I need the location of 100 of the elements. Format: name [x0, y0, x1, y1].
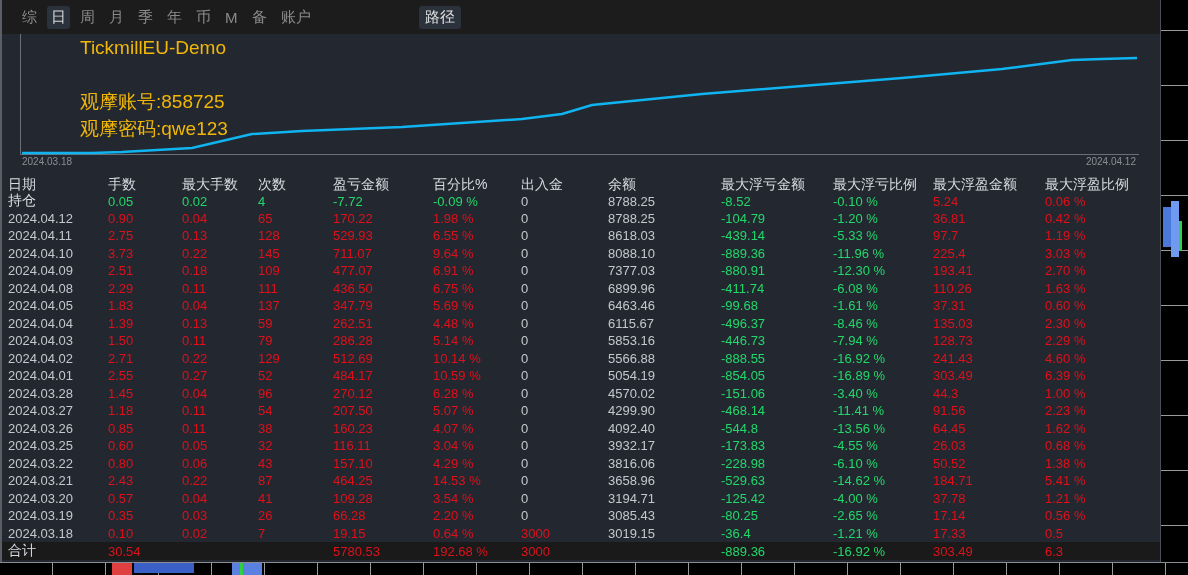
- table-cell: 0: [521, 490, 529, 506]
- table-cell: 43: [258, 455, 273, 471]
- table-cell: 0.60 %: [1045, 298, 1086, 314]
- table-cell: -125.42: [721, 490, 766, 506]
- table-cell: 37.31: [933, 298, 966, 314]
- table-cell: 32: [258, 438, 273, 454]
- table-cell: 5566.88: [608, 350, 655, 366]
- table-cell: 529.93: [333, 228, 373, 244]
- table-cell: 711.07: [333, 245, 372, 261]
- period-tab[interactable]: 日: [47, 5, 70, 29]
- table-cell: 0: [521, 315, 529, 331]
- table-cell: 64.45: [933, 420, 966, 436]
- path-button[interactable]: 路径: [418, 5, 461, 29]
- table-cell: -8.46 %: [833, 315, 878, 331]
- row-label: 2024.03.28: [8, 385, 74, 401]
- table-cell: -446.73: [721, 333, 766, 349]
- table-cell: 1.83: [108, 298, 134, 314]
- table-cell: 0: [521, 280, 529, 296]
- table-cell: -5.33 %: [833, 228, 878, 244]
- table-cell: 6.39 %: [1045, 368, 1086, 384]
- table-cell: -6.10 %: [833, 455, 878, 471]
- row-label: 2024.03.26: [8, 420, 74, 436]
- table-cell: 184.71: [933, 473, 973, 489]
- period-tab[interactable]: 备: [247, 5, 271, 29]
- table-cell: 170.22: [333, 210, 373, 226]
- table-cell: -0.10 %: [833, 193, 878, 209]
- table-cell: 30.54: [108, 543, 141, 559]
- row-label: 2024.03.18: [8, 525, 74, 541]
- row-label: 2024.04.04: [8, 315, 74, 331]
- table-cell: 0.11: [182, 420, 207, 436]
- table-cell: 17.14: [933, 508, 966, 524]
- table-cell: 0: [521, 228, 529, 244]
- period-tab[interactable]: 周: [76, 5, 99, 29]
- table-cell: 0.22: [182, 350, 208, 366]
- row-label: 2024.04.08: [8, 280, 74, 296]
- period-tab[interactable]: 账户: [276, 5, 315, 29]
- period-tab[interactable]: 年: [163, 5, 186, 29]
- table-cell: 3.03 %: [1045, 245, 1086, 261]
- table-cell: 54: [258, 403, 273, 419]
- table-cell: 10.59 %: [433, 368, 481, 384]
- table-cell: -104.79: [721, 210, 766, 226]
- table-cell: -11.41 %: [833, 403, 885, 419]
- table-cell: 0: [521, 420, 529, 436]
- row-label: 2024.03.20: [8, 490, 74, 506]
- period-tab[interactable]: M: [221, 6, 242, 28]
- table-cell: 110.26: [933, 280, 972, 296]
- table-cell: 0: [521, 333, 529, 349]
- table-cell: -1.21 %: [833, 525, 878, 541]
- column-header: 最大浮亏比例: [833, 176, 917, 194]
- table-cell: 477.07: [333, 263, 373, 279]
- table-cell: 2.23 %: [1045, 403, 1086, 419]
- table-cell: 65: [258, 210, 273, 226]
- table-cell: 8788.25: [608, 210, 655, 226]
- period-tab[interactable]: 月: [105, 5, 128, 29]
- table-cell: 109.28: [333, 490, 373, 506]
- column-header: 余额: [608, 176, 636, 194]
- table-cell: 0.22: [182, 245, 208, 261]
- table-cell: 26.03: [933, 438, 966, 454]
- table-cell: 6115.67: [608, 315, 655, 331]
- table-cell: 1.38 %: [1045, 455, 1086, 471]
- table-cell: 0.18: [182, 263, 208, 279]
- table-cell: -7.72: [333, 193, 363, 209]
- table-cell: 0.11: [182, 280, 207, 296]
- table-cell: 0.68 %: [1045, 438, 1086, 454]
- table-cell: 0.03: [182, 508, 208, 524]
- table-cell: 512.69: [333, 350, 373, 366]
- table-cell: 3194.71: [608, 490, 655, 506]
- table-cell: 0.64 %: [433, 525, 474, 541]
- period-tab[interactable]: 季: [134, 5, 157, 29]
- table-cell: 2.29: [108, 280, 134, 296]
- table-cell: -439.14: [721, 228, 766, 244]
- row-label: 2024.04.05: [8, 298, 74, 314]
- table-cell: 2.70 %: [1045, 263, 1086, 279]
- table-cell: -99.68: [721, 298, 758, 314]
- table-cell: 0.02: [182, 525, 208, 541]
- table-cell: 0.11: [182, 333, 207, 349]
- table-cell: 0.80: [108, 455, 134, 471]
- table-cell: 347.79: [333, 298, 373, 314]
- table-cell: 0: [521, 263, 529, 279]
- period-tab[interactable]: 综: [18, 5, 41, 29]
- table-cell: 1.00 %: [1045, 385, 1086, 401]
- table-cell: 3.54 %: [433, 490, 474, 506]
- table-cell: -2.65 %: [833, 508, 878, 524]
- table-cell: 135.03: [933, 315, 973, 331]
- row-label: 2024.03.27: [8, 403, 74, 419]
- table-cell: 1.62 %: [1045, 420, 1086, 436]
- period-tab[interactable]: 币: [192, 5, 215, 29]
- table-cell: 262.51: [333, 315, 373, 331]
- table-cell: 0.5: [1045, 525, 1064, 541]
- table-cell: 0.57: [108, 490, 134, 506]
- table-cell: 0: [521, 455, 529, 471]
- table-cell: 91.56: [933, 403, 966, 419]
- table-cell: 4: [258, 193, 266, 209]
- table-cell: 145: [258, 245, 280, 261]
- table-cell: 38: [258, 420, 273, 436]
- table-cell: 9.64 %: [433, 245, 474, 261]
- table-cell: 286.28: [333, 333, 373, 349]
- table-cell: 1.98 %: [433, 210, 474, 226]
- table-cell: 6.91 %: [433, 263, 474, 279]
- table-cell: 3000: [521, 543, 550, 559]
